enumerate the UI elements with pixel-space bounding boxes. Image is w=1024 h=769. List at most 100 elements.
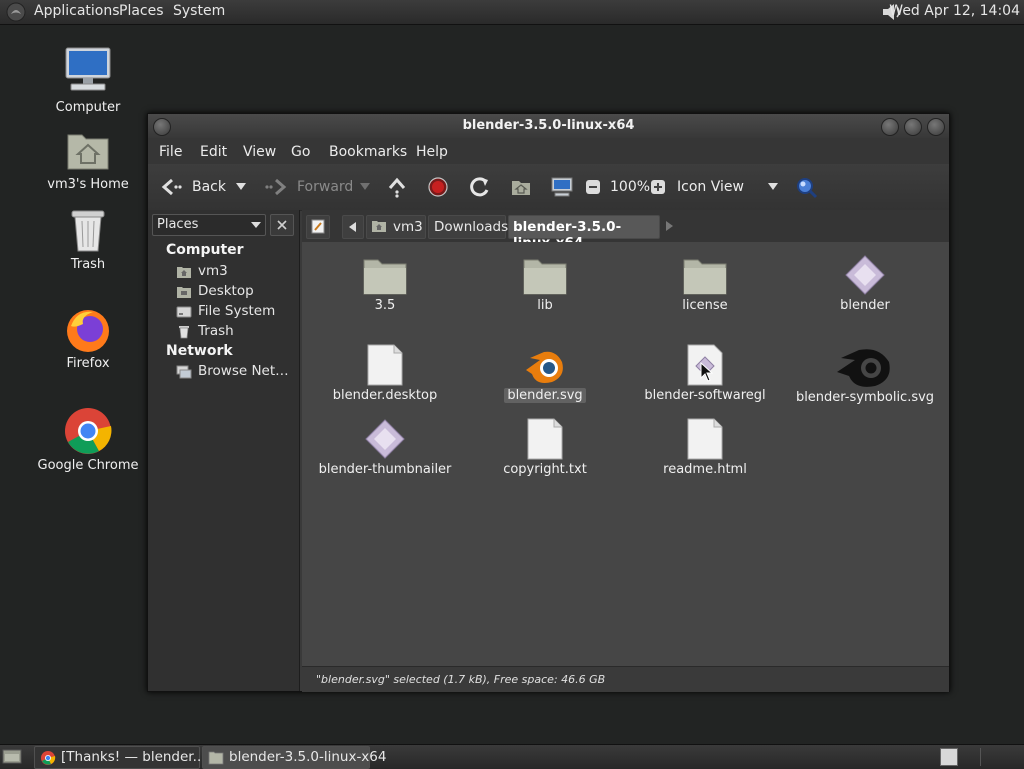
menu-file[interactable]: File [159,144,182,160]
toolbar: Back Forward 100% Icon View [148,164,949,211]
file-item[interactable]: copyright.txt [470,418,620,477]
file-name: blender-thumbnailer [318,462,452,477]
path-button-current[interactable]: blender-3.5.0-linux-x64 [508,215,660,251]
back-arrow-icon[interactable] [160,177,182,197]
close-button[interactable] [927,118,945,136]
chrome-icon [65,408,112,454]
places-menu[interactable]: Places [119,3,164,19]
edit-location-icon [311,219,325,234]
computer-icon[interactable] [550,176,574,198]
forward-button[interactable]: Forward [297,179,353,195]
back-dropdown-icon[interactable] [236,183,246,191]
folder-icon [523,259,567,295]
menu-edit[interactable]: Edit [200,144,227,160]
file-item[interactable]: blender [790,254,940,313]
sidebar-section-network: Network [166,343,233,359]
file-item[interactable]: license [630,254,780,313]
status-text: "blender.svg" selected (1.7 kB), Free sp… [316,673,606,686]
desktop-folder-icon [177,287,191,298]
maximize-button[interactable] [904,118,922,136]
file-item[interactable]: readme.html [630,418,780,477]
file-item[interactable]: blender.desktop [310,344,460,403]
view-mode-select[interactable]: Icon View [677,179,744,195]
file-name: copyright.txt [503,462,587,477]
show-desktop-icon[interactable] [2,748,22,765]
back-button[interactable]: Back [192,179,226,195]
path-button-vm3[interactable]: vm3 [366,215,426,239]
mouse-cursor-icon [700,362,714,382]
menu-help[interactable]: Help [416,144,448,160]
trash-icon [179,326,189,339]
file-item-selected[interactable]: blender.svg [470,344,620,403]
menu-go[interactable]: Go [291,144,310,160]
path-button-downloads[interactable]: Downloads [428,215,509,239]
taskbar-item-file-manager[interactable]: blender-3.5.0-linux-x64 [202,746,386,769]
home-folder-icon [67,134,109,170]
taskbar-item-browser[interactable]: [Thanks! — blender.… [34,746,210,769]
file-icon-view[interactable]: 3.5 lib license blender blender.desktop … [302,242,949,666]
menu-bookmarks[interactable]: Bookmarks [329,144,407,160]
sidebar: Places Computer vm3 Desktop File System … [148,210,300,691]
network-icon [176,365,192,379]
menu-view[interactable]: View [243,144,276,160]
file-name: blender.svg [504,388,586,403]
path-scroll-left-button[interactable] [342,215,364,239]
system-menu[interactable]: System [173,3,225,19]
desktop-icon-label: Computer [55,100,121,115]
chevron-down-icon [251,222,261,228]
desktop-icon-label: Firefox [66,356,110,371]
reload-icon[interactable] [469,176,491,198]
sidebar-item-label: vm3 [198,263,228,279]
desktop-icon-home[interactable]: vm3's Home [33,127,143,192]
sidebar-section-computer: Computer [166,242,244,258]
home-folder-icon [372,221,386,232]
forward-dropdown-icon[interactable] [360,183,370,191]
blender-symbolic-icon [837,349,890,387]
bottom-panel: [Thanks! — blender.… blender-3.5.0-linux… [0,744,1024,769]
gnome-foot-icon[interactable] [6,2,26,22]
sidebar-type-select[interactable]: Places [152,214,266,236]
file-item[interactable]: blender-symbolic.svg [790,344,940,405]
zoom-in-icon[interactable] [650,179,666,195]
drive-icon [176,306,192,318]
desktop-icon-chrome[interactable]: Google Chrome [33,406,143,473]
path-button-label: Downloads [434,219,509,235]
home-icon[interactable] [510,177,532,197]
file-name: blender [840,298,890,313]
zoom-level: 100% [610,179,651,195]
sidebar-close-button[interactable] [270,214,294,236]
chrome-icon [41,751,56,765]
computer-icon [65,47,111,91]
home-folder-icon [177,267,191,278]
path-bar: vm3 Downloads blender-3.5.0-linux-x64 [302,210,949,251]
file-item[interactable]: 3.5 [310,254,460,313]
executable-icon [845,255,885,295]
chevron-right-icon[interactable] [666,221,674,231]
stop-icon[interactable] [428,177,448,197]
zoom-out-icon[interactable] [585,179,601,195]
desktop-icon-computer[interactable]: Computer [33,46,143,115]
trash-icon [71,210,105,252]
desktop-icon-trash[interactable]: Trash [33,207,143,272]
menubar: File Edit View Go Bookmarks Help [148,138,949,164]
desktop-icon-label: Trash [70,257,106,272]
window-titlebar[interactable]: blender-3.5.0-linux-x64 [148,114,949,138]
file-item[interactable]: blender-thumbnailer [310,418,460,477]
clock[interactable]: Wed Apr 12, 14:04 [889,3,1020,19]
file-name: lib [537,298,553,313]
sidebar-item-label: File System [198,303,276,319]
window-title: blender-3.5.0-linux-x64 [462,118,635,133]
applications-menu[interactable]: Applications [34,3,120,19]
desktop-icon-firefox[interactable]: Firefox [33,306,143,371]
file-name: blender-symbolic.svg [795,390,935,405]
forward-arrow-icon[interactable] [264,177,288,197]
file-item[interactable]: lib [470,254,620,313]
view-mode-dropdown-icon[interactable] [768,183,778,191]
search-icon[interactable] [795,176,819,200]
html-file-icon [687,418,723,460]
up-arrow-icon[interactable] [386,176,408,198]
sidebar-type-label: Places [157,217,199,232]
workspace-switcher-1[interactable] [940,748,958,766]
edit-location-button[interactable] [306,215,330,239]
minimize-button[interactable] [881,118,899,136]
